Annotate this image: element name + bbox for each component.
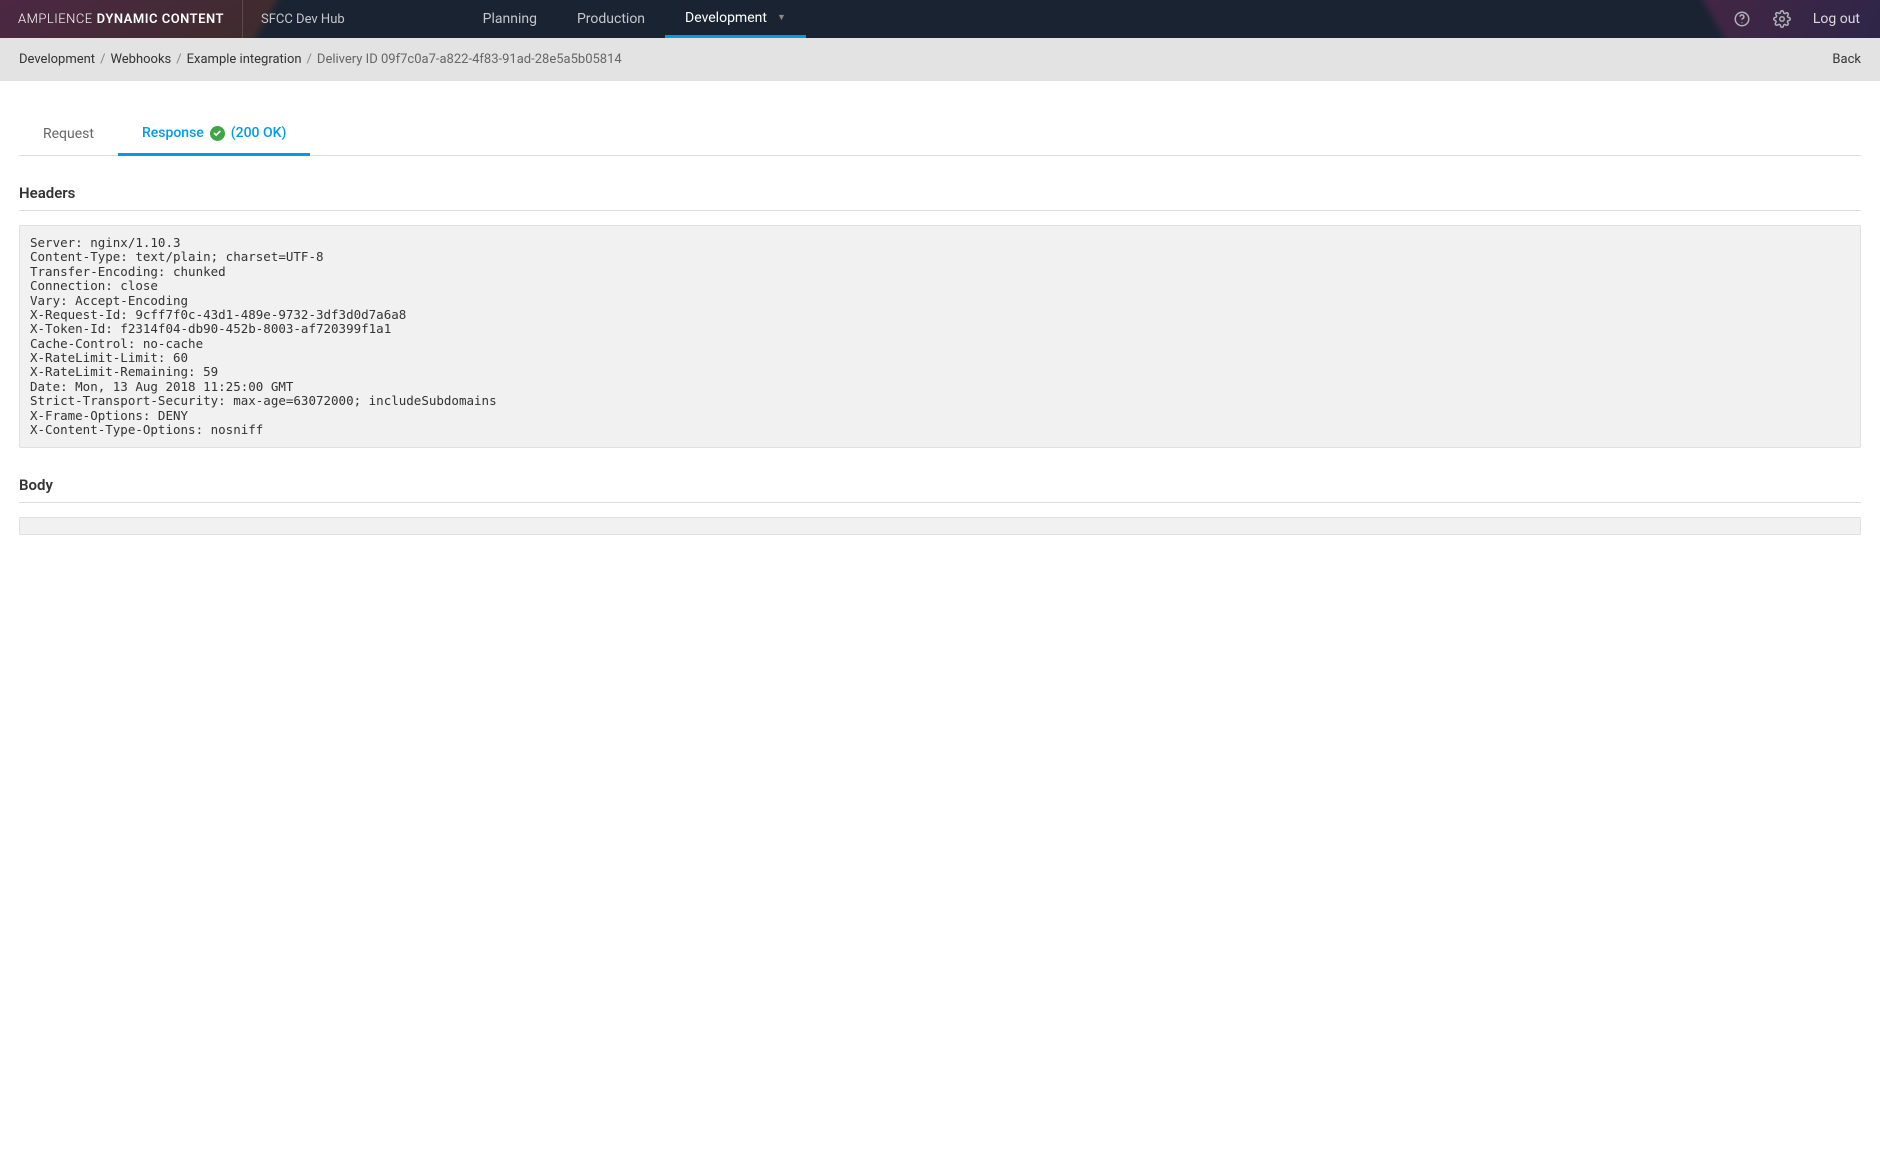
gear-icon[interactable] (1773, 10, 1791, 28)
body-block[interactable] (19, 517, 1861, 535)
content-area: Request Response (200 OK) Headers Server… (0, 111, 1880, 535)
body-section-title: Body (19, 476, 1861, 503)
logout-link[interactable]: Log out (1813, 11, 1860, 27)
status-badge: (200 OK) (231, 125, 287, 141)
breadcrumb-current: Delivery ID 09f7c0a7-a822-4f83-91ad-28e5… (317, 52, 622, 67)
breadcrumb-sep: / (100, 52, 105, 67)
back-link[interactable]: Back (1832, 52, 1861, 67)
nav-development-label: Development (685, 10, 767, 26)
breadcrumb-integration[interactable]: Example integration (187, 52, 302, 67)
brand-thin: AMPLIENCE (18, 12, 93, 27)
nav-planning-label: Planning (483, 11, 537, 27)
main-nav: Planning Production Development ▼ (463, 0, 806, 38)
breadcrumb-webhooks[interactable]: Webhooks (110, 52, 171, 67)
nav-development[interactable]: Development ▼ (665, 0, 806, 38)
tab-response-label: Response (142, 125, 204, 141)
tab-response[interactable]: Response (200 OK) (118, 111, 310, 156)
tabs: Request Response (200 OK) (19, 111, 1861, 156)
breadcrumb-development[interactable]: Development (19, 52, 95, 67)
brand-bold: DYNAMIC CONTENT (97, 12, 224, 27)
brand-logo[interactable]: AMPLIENCE DYNAMIC CONTENT (0, 0, 243, 38)
help-icon[interactable] (1733, 10, 1751, 28)
top-header: AMPLIENCE DYNAMIC CONTENT SFCC Dev Hub P… (0, 0, 1880, 38)
nav-planning[interactable]: Planning (463, 0, 557, 38)
hub-name[interactable]: SFCC Dev Hub (243, 0, 363, 38)
nav-production-label: Production (577, 11, 645, 27)
breadcrumb-sep: / (176, 52, 181, 67)
tab-request[interactable]: Request (19, 111, 118, 155)
nav-production[interactable]: Production (557, 0, 665, 38)
header-right: Log out (1733, 0, 1880, 38)
chevron-down-icon: ▼ (777, 12, 786, 23)
headers-block[interactable]: Server: nginx/1.10.3 Content-Type: text/… (19, 225, 1861, 448)
breadcrumb-sep: / (307, 52, 312, 67)
check-icon (210, 126, 225, 141)
tab-request-label: Request (43, 126, 94, 142)
headers-section-title: Headers (19, 184, 1861, 211)
breadcrumb-bar: Development / Webhooks / Example integra… (0, 38, 1880, 81)
